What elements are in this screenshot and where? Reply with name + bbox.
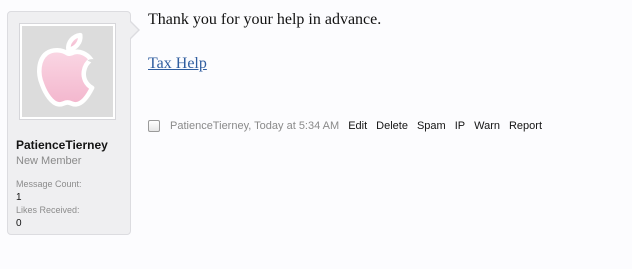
spam-link[interactable]: Spam: [417, 120, 446, 132]
delete-link[interactable]: Delete: [376, 120, 408, 132]
likes-received-label: Likes Received:: [16, 205, 80, 215]
author-timestamp[interactable]: PatienceTierney, Today at 5:34 AM: [170, 120, 339, 132]
edit-link[interactable]: Edit: [348, 120, 367, 132]
likes-received-value: 0: [16, 218, 22, 229]
apple-logo-icon: [22, 26, 113, 117]
ip-link[interactable]: IP: [455, 120, 465, 132]
user-info-card: PatienceTierney New Member Message Count…: [7, 11, 131, 235]
avatar[interactable]: [19, 23, 116, 120]
warn-link[interactable]: Warn: [474, 120, 500, 132]
user-title: New Member: [16, 155, 82, 167]
message-body: Thank you for your help in advance.: [148, 11, 382, 28]
message-count-value: 1: [16, 192, 22, 203]
card-pointer: [130, 22, 138, 38]
select-checkbox[interactable]: [148, 120, 160, 132]
tax-help-link[interactable]: Tax Help: [148, 55, 207, 73]
message-count-label: Message Count:: [16, 179, 82, 189]
username[interactable]: PatienceTierney: [16, 138, 108, 152]
message-meta: PatienceTierney, Today at 5:34 AM Edit D…: [148, 120, 551, 132]
report-link[interactable]: Report: [509, 120, 542, 132]
